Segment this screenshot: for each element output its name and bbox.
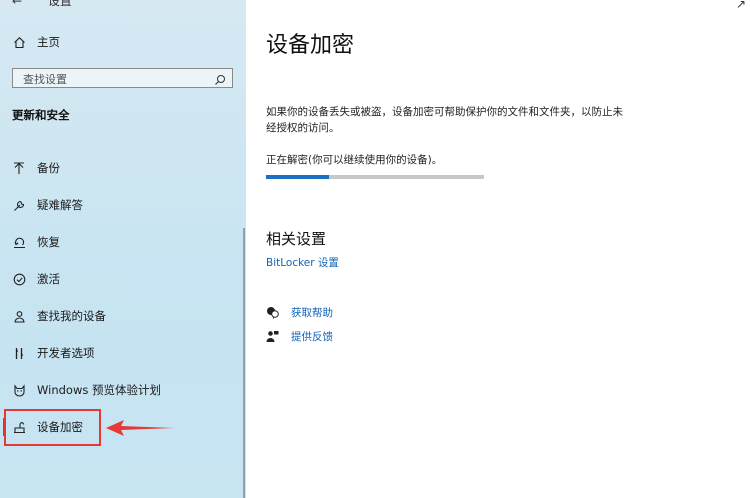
search-icon[interactable] [214,71,226,85]
sidebar-item-label: 激活 [37,272,60,286]
sidebar-item-troubleshoot[interactable]: 疑难解答 [0,187,246,223]
window-corner-glyph: ↗ [735,0,746,11]
feedback-person-icon [266,330,279,343]
sidebar-item-insider[interactable]: Windows 预览体验计划 [0,372,246,408]
help-chat-icon [266,306,279,319]
get-help-link[interactable]: 获取帮助 [291,305,333,320]
back-label: 设置 [47,0,72,8]
home-icon [12,35,26,49]
wrench-icon [12,198,26,212]
sidebar-item-label: 开发者选项 [37,346,95,360]
sidebar-item-recovery[interactable]: 恢复 [0,224,246,260]
back-row[interactable]: ← 设置 [12,0,72,9]
sidebar-item-label: 主页 [37,35,60,49]
sidebar-item-home[interactable]: 主页 [0,24,246,60]
get-help-row[interactable]: 获取帮助 [266,305,333,320]
recovery-icon [12,235,26,249]
backup-icon [12,161,26,175]
sidebar-item-label: 恢复 [37,235,60,249]
sidebar-item-label: 查找我的设备 [37,309,106,323]
page-title: 设备加密 [266,33,355,58]
sidebar-item-find-device[interactable]: 查找我的设备 [0,298,246,334]
find-device-icon [12,309,26,323]
sidebar: ← 设置 主页 查找设置 更新和安全 备份 疑难解答 恢复 激活 查找我的设备 … [0,0,246,498]
developer-icon [12,346,26,360]
sidebar-item-label: 备份 [37,161,60,175]
main-content [246,0,750,498]
sidebar-item-label: Windows 预览体验计划 [37,383,161,397]
sidebar-item-label: 疑难解答 [37,198,83,212]
insider-cat-icon [12,383,26,397]
feedback-row[interactable]: 提供反馈 [266,329,333,344]
section-title: 更新和安全 [12,108,70,122]
search-placeholder: 查找设置 [23,73,67,86]
give-feedback-link[interactable]: 提供反馈 [291,329,333,344]
back-arrow-icon[interactable]: ← [12,0,22,8]
annotation-arrow-icon [106,420,174,436]
sidebar-item-developer[interactable]: 开发者选项 [0,335,246,371]
sidebar-item-backup[interactable]: 备份 [0,150,246,186]
encryption-description: 如果你的设备丢失或被盗，设备加密可帮助保护你的文件和文件夹，以防止未经授权的访问… [266,106,623,134]
progress-fill [266,175,330,179]
sidebar-item-activation[interactable]: 激活 [0,261,246,297]
search-input[interactable]: 查找设置 [12,68,233,88]
related-settings-title: 相关设置 [266,230,327,248]
bitlocker-settings-link[interactable]: BitLocker 设置 [266,255,339,270]
decryption-progress-bar [266,175,484,179]
annotation-highlight-box [4,409,101,446]
activation-check-icon [12,272,26,286]
encryption-status: 正在解密(你可以继续使用你的设备)。 [266,154,443,166]
sidebar-scrollbar[interactable] [243,228,245,498]
